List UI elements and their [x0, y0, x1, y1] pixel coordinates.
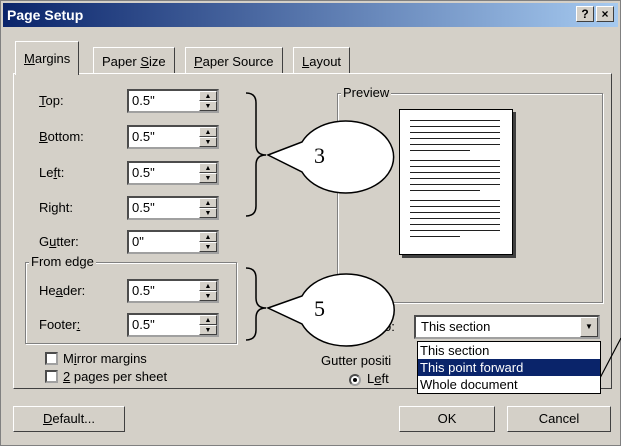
spin-down-icon[interactable]: ▼ — [199, 173, 217, 183]
apply-to-dropdown: This section This point forward Whole do… — [417, 341, 601, 394]
apply-to-label: o: — [384, 319, 395, 334]
window-title: Page Setup — [7, 7, 84, 23]
right-spinner[interactable]: 0.5" ▲ ▼ — [127, 196, 219, 220]
tab-paper-source[interactable]: Paper Source — [185, 47, 283, 74]
from-edge-title: From edge — [29, 254, 96, 269]
callout-number-first: 3 — [314, 143, 325, 168]
spin-down-icon[interactable]: ▼ — [199, 208, 217, 218]
spin-down-icon[interactable]: ▼ — [199, 242, 217, 252]
gutter-left-radio[interactable] — [349, 374, 361, 386]
tab-margins[interactable]: Margins — [15, 41, 80, 75]
option-whole-document[interactable]: Whole document — [418, 376, 600, 393]
left-label: Left: — [39, 165, 65, 180]
preview-page — [399, 109, 513, 255]
footer-label: Footer: — [39, 317, 81, 332]
spin-up-icon[interactable]: ▲ — [199, 91, 217, 101]
spin-up-icon[interactable]: ▲ — [199, 232, 217, 242]
gutter-spinner[interactable]: 0" ▲ ▼ — [127, 230, 219, 254]
header-label: Header: — [39, 283, 86, 298]
right-label: Right: — [39, 200, 73, 215]
page-setup-dialog: Page Setup ? × Margins Paper Size Paper … — [0, 0, 621, 446]
spin-down-icon[interactable]: ▼ — [199, 325, 217, 335]
top-spinner[interactable]: 0.5" ▲ ▼ — [127, 89, 219, 113]
mirror-margins-checkbox[interactable] — [45, 352, 58, 365]
footer-spinner[interactable]: 0.5" ▲ ▼ — [127, 313, 219, 337]
chevron-down-icon[interactable]: ▼ — [580, 317, 598, 337]
spin-down-icon[interactable]: ▼ — [199, 291, 217, 301]
apply-to-value: This section — [421, 319, 491, 334]
header-spinner[interactable]: 0.5" ▲ ▼ — [127, 279, 219, 303]
gutter-left-label: Left — [367, 371, 389, 386]
spin-up-icon[interactable]: ▲ — [199, 127, 217, 137]
mirror-margins-label: Mirror margins — [63, 351, 147, 366]
spin-down-icon[interactable]: ▼ — [199, 137, 217, 147]
spin-up-icon[interactable]: ▲ — [199, 281, 217, 291]
gutter-label: Gutter: — [39, 234, 79, 249]
two-pages-checkbox[interactable] — [45, 370, 58, 383]
spin-down-icon[interactable]: ▼ — [199, 101, 217, 111]
bottom-spinner[interactable]: 0.5" ▲ ▼ — [127, 125, 219, 149]
tab-layout[interactable]: Layout — [293, 47, 351, 74]
spin-up-icon[interactable]: ▲ — [199, 163, 217, 173]
close-button[interactable]: × — [596, 6, 614, 22]
spin-up-icon[interactable]: ▲ — [199, 315, 217, 325]
help-button[interactable]: ? — [576, 6, 594, 22]
top-label: Top: — [39, 93, 64, 108]
ok-button[interactable]: OK — [399, 406, 495, 432]
option-this-section[interactable]: This section — [418, 342, 600, 359]
callout-number-second: 5 — [314, 296, 325, 321]
cancel-button[interactable]: Cancel — [507, 406, 611, 432]
default-button[interactable]: Default... — [13, 406, 125, 432]
option-this-point-forward[interactable]: This point forward — [418, 359, 600, 376]
title-bar: Page Setup ? × — [3, 3, 618, 27]
tab-paper-size[interactable]: Paper Size — [93, 47, 175, 74]
two-pages-label: 2 pages per sheet — [63, 369, 168, 384]
bottom-label: Bottom: — [39, 129, 84, 144]
apply-to-select[interactable]: This section ▼ — [414, 315, 600, 339]
gutter-position-label: Gutter positi — [321, 353, 392, 368]
left-spinner[interactable]: 0.5" ▲ ▼ — [127, 161, 219, 185]
preview-title: Preview — [341, 85, 392, 100]
spin-up-icon[interactable]: ▲ — [199, 198, 217, 208]
